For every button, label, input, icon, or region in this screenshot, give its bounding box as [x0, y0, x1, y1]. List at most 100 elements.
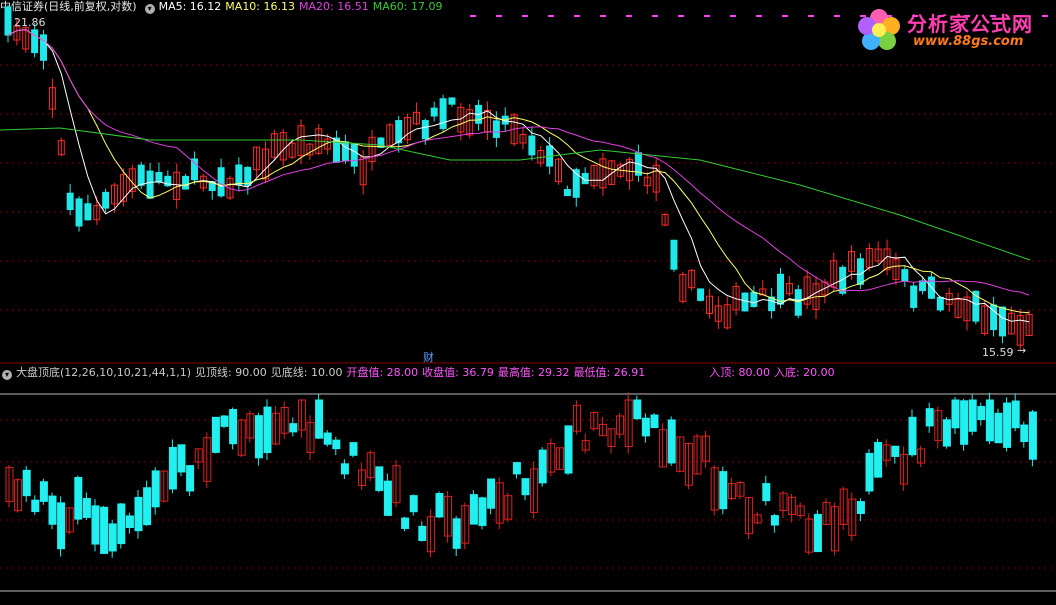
- candle-body: [998, 306, 1006, 337]
- indicator-bar: [452, 518, 461, 549]
- indicator-bar: [211, 416, 220, 453]
- indicator-bar: [168, 446, 177, 490]
- high-price-label: 21.86: [14, 16, 46, 29]
- indicator-bar: [91, 505, 100, 545]
- candle-body: [794, 289, 802, 316]
- candle-body: [350, 143, 358, 167]
- indicator-bar: [220, 415, 229, 427]
- site-logo: 分析家公式网 www.88gs.com: [853, 6, 1048, 54]
- indicator-bar: [409, 495, 418, 513]
- indicator-bar: [762, 483, 771, 502]
- indicator-bar: [375, 466, 384, 491]
- indicator-bar: [383, 480, 392, 516]
- candle-body: [919, 280, 927, 292]
- indicator-bar: [254, 415, 263, 459]
- indicator-bar: [478, 497, 487, 526]
- indicator-bar: [22, 469, 31, 497]
- candle-body: [102, 191, 110, 209]
- indicator-bar: [263, 406, 272, 454]
- indicator-bar: [151, 470, 160, 508]
- indicator-bar: [125, 515, 134, 528]
- indicator-bar: [925, 408, 934, 427]
- indicator-bar: [908, 416, 917, 456]
- candle-body: [448, 97, 456, 105]
- indicator-bar: [323, 432, 332, 445]
- candle-body: [4, 6, 12, 36]
- candle-body: [66, 192, 74, 210]
- ma60-line: [0, 127, 1031, 261]
- candle-body: [697, 288, 705, 301]
- ma10-line: [7, 29, 1030, 314]
- indicator-bar: [994, 412, 1003, 444]
- indicator-bar: [332, 439, 341, 450]
- indicator-bar: [891, 445, 900, 457]
- indicator-bar: [82, 498, 91, 518]
- indicator-bar: [856, 501, 865, 514]
- indicator-bar: [813, 513, 822, 553]
- candle-body: [439, 98, 447, 130]
- indicator-bar: [143, 487, 152, 526]
- logo-title: 分析家公式网: [907, 12, 1033, 36]
- indicator-bar: [719, 471, 728, 510]
- indicator-bar: [1028, 411, 1037, 460]
- indicator-bar: [100, 506, 109, 554]
- indicator-bar: [487, 478, 496, 509]
- indicator-bar: [1020, 424, 1029, 443]
- indicator-bar: [435, 493, 444, 518]
- indicator-bar: [108, 523, 117, 552]
- candle-body: [430, 107, 438, 117]
- candle-body: [492, 120, 500, 138]
- candle-body: [84, 203, 92, 221]
- indicator-bar: [48, 495, 57, 525]
- indicator-bar: [340, 463, 349, 475]
- indicator-bar: [1003, 402, 1012, 448]
- indicator-bar: [667, 419, 676, 464]
- candle-body: [750, 291, 758, 308]
- candle-body: [155, 171, 163, 183]
- ma20-line: [7, 29, 1030, 296]
- indicator-bar: [134, 496, 143, 532]
- indicator-bar: [951, 399, 960, 429]
- indicator-bar: [633, 399, 642, 420]
- indicator-bar: [57, 502, 66, 550]
- indicator-bar: [985, 399, 994, 442]
- indicator-bar: [968, 399, 977, 432]
- indicator-bar: [512, 462, 521, 475]
- indicator-bar: [564, 425, 573, 474]
- candle-body: [190, 158, 198, 181]
- low-price-label: 15.59: [982, 346, 1014, 359]
- chart-canvas[interactable]: [0, 0, 1056, 605]
- candle-body: [670, 239, 678, 270]
- indicator-bar: [977, 406, 986, 421]
- candle-body: [856, 258, 864, 285]
- candle-body: [563, 189, 571, 197]
- indicator-bar: [315, 399, 324, 439]
- flower-logo-icon: [858, 9, 900, 50]
- candle-body: [146, 170, 154, 199]
- indicator-bar: [74, 476, 83, 520]
- candle-body: [182, 175, 190, 190]
- indicator-bar: [117, 503, 126, 545]
- indicator-bar: [521, 478, 530, 496]
- candle-body: [421, 120, 429, 140]
- indicator-bar: [650, 414, 659, 429]
- candle-body: [777, 273, 784, 305]
- indicator-bar: [401, 517, 410, 529]
- indicator-bar: [177, 444, 186, 473]
- indicator-bar: [39, 481, 48, 502]
- indicator-bar: [538, 449, 547, 484]
- indicator-bar: [229, 409, 238, 445]
- indicator-bar: [942, 419, 951, 447]
- indicator-bar: [31, 499, 40, 513]
- indicator-bar: [469, 494, 478, 525]
- candle-body: [75, 198, 83, 227]
- candle-body: [528, 135, 536, 156]
- arrow-icon: →: [1017, 344, 1027, 357]
- candle-body: [741, 292, 749, 312]
- candle-body: [137, 164, 145, 186]
- indicator-bar: [418, 525, 427, 541]
- finance-marker[interactable]: 财: [423, 349, 434, 365]
- logo-url: www.88gs.com: [913, 34, 1024, 49]
- candle-body: [31, 29, 39, 54]
- indicator-bar: [186, 465, 195, 492]
